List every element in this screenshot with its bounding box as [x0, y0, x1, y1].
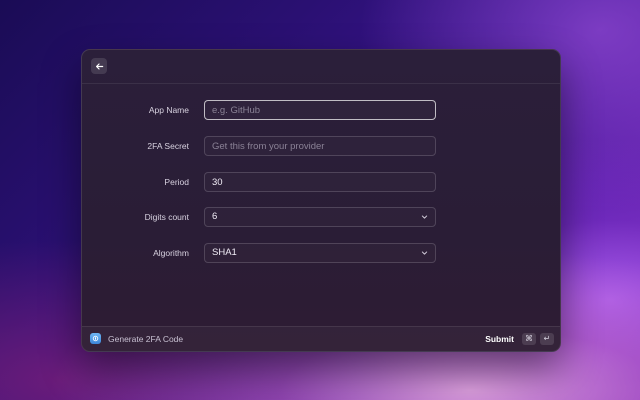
algorithm-label: Algorithm — [153, 248, 189, 258]
period-label: Period — [164, 177, 189, 187]
app-name-label: App Name — [148, 105, 189, 115]
chevron-down-icon — [421, 215, 428, 219]
arrow-left-icon — [95, 62, 103, 70]
period-input[interactable] — [204, 172, 436, 192]
chevron-down-icon — [421, 251, 428, 255]
app-icon — [90, 333, 101, 344]
digits-count-label: Digits count — [144, 212, 189, 222]
submit-button[interactable]: Submit — [485, 327, 514, 351]
command-key-icon: ⌘ — [522, 333, 536, 345]
form-row-2fa-secret: 2FA Secret — [82, 136, 560, 156]
2fa-secret-label: 2FA Secret — [147, 141, 189, 151]
top-bar — [82, 50, 560, 84]
form-row-algorithm: Algorithm SHA1 — [82, 243, 560, 263]
app-name-input[interactable] — [204, 100, 436, 120]
algorithm-value: SHA1 — [212, 247, 237, 258]
footer-title: Generate 2FA Code — [108, 334, 184, 344]
form-row-digits-count: Digits count 6 — [82, 207, 560, 227]
back-button[interactable] — [91, 58, 107, 74]
algorithm-select[interactable]: SHA1 — [204, 243, 436, 263]
digits-count-select[interactable]: 6 — [204, 207, 436, 227]
form-row-period: Period — [82, 172, 560, 192]
digits-count-value: 6 — [212, 211, 218, 222]
action-bar: Generate 2FA Code Submit ⌘ ↵ — [82, 326, 560, 351]
enter-key-icon: ↵ — [540, 333, 554, 345]
extension-window: App Name 2FA Secret Period Digits count … — [81, 49, 561, 352]
2fa-secret-input[interactable] — [204, 136, 436, 156]
form-row-app-name: App Name — [82, 100, 560, 120]
